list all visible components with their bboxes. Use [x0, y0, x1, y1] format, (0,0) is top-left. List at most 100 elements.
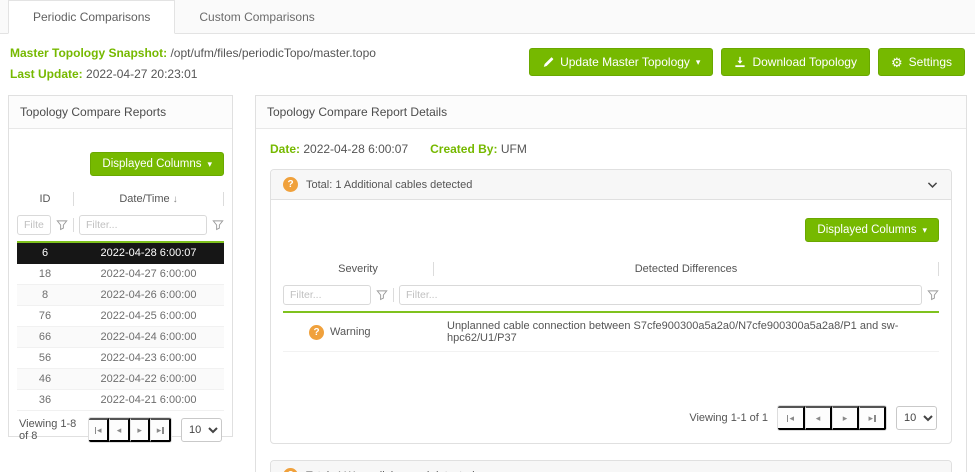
report-id-cell: 18	[17, 268, 73, 280]
reports-pager-nav: ◂ ◂ ▸ ▸	[88, 417, 172, 443]
funnel-icon[interactable]	[56, 219, 68, 231]
pencil-icon	[542, 56, 554, 68]
report-row[interactable]: 36 2022-04-21 6:00:00	[17, 390, 224, 411]
report-datetime-cell: 2022-04-27 6:00:00	[73, 268, 224, 280]
funnel-icon[interactable]	[212, 219, 224, 231]
update-master-topology-button[interactable]: Update Master Topology ▾	[529, 48, 713, 76]
topology-actions: Update Master Topology ▾ Download Topolo…	[529, 48, 965, 76]
differences-table-header: Severity Detected Differences	[283, 256, 939, 282]
topology-compare-report-details-panel: Topology Compare Report Details Date: 20…	[255, 95, 967, 472]
reports-page-size-select[interactable]: 10	[181, 418, 222, 442]
additional-cables-accordion: ? Total: 1 Additional cables detected Di…	[270, 169, 952, 444]
differences-filter-row	[283, 282, 939, 311]
tab-bar: Periodic Comparisons Custom Comparisons	[0, 0, 975, 34]
report-row[interactable]: 66 2022-04-24 6:00:00	[17, 327, 224, 348]
additional-cables-accordion-header[interactable]: ? Total: 1 Additional cables detected	[271, 170, 951, 200]
prev-page-button[interactable]: ◂	[805, 406, 832, 430]
wrong-link-speed-accordion-header[interactable]: ? Total: 4 Wrong link speed detected	[271, 461, 951, 472]
sort-descending-icon[interactable]: ↓	[173, 194, 178, 205]
master-snapshot-label: Master Topology Snapshot:	[10, 46, 167, 60]
reports-displayed-columns-button[interactable]: Displayed Columns ▾	[90, 152, 224, 176]
column-divider	[223, 192, 224, 206]
first-page-button[interactable]: ◂	[89, 418, 109, 442]
last-update-value: 2022-04-27 20:23:01	[86, 67, 197, 81]
last-page-button[interactable]: ▸	[859, 406, 886, 430]
details-panel-title: Topology Compare Report Details	[256, 96, 966, 129]
master-snapshot-value: /opt/ufm/files/periodicTopo/master.topo	[170, 46, 375, 60]
report-row[interactable]: 18 2022-04-27 6:00:00	[17, 264, 224, 285]
last-update-line: Last Update: 2022-04-27 20:23:01	[10, 64, 376, 85]
severity-cell: ? Warning	[283, 325, 433, 340]
details-displayed-columns-button[interactable]: Displayed Columns ▾	[805, 218, 939, 242]
first-page-button[interactable]: ◂	[778, 406, 805, 430]
column-header-id[interactable]: ID	[17, 193, 73, 205]
report-date-value: 2022-04-28 6:00:07	[303, 142, 408, 156]
funnel-icon[interactable]	[376, 289, 388, 301]
funnel-icon[interactable]	[927, 289, 939, 301]
last-update-label: Last Update:	[10, 67, 83, 81]
report-row[interactable]: 76 2022-04-25 6:00:00	[17, 306, 224, 327]
report-id-cell: 36	[17, 394, 73, 406]
tab-periodic-comparisons[interactable]: Periodic Comparisons	[8, 0, 175, 34]
column-divider	[393, 288, 394, 302]
reports-table-header: ID Date/Time↓	[17, 186, 224, 212]
created-by-value: UFM	[501, 142, 527, 156]
report-id-cell: 46	[17, 373, 73, 385]
download-topology-label: Download Topology	[752, 55, 857, 69]
report-row[interactable]: 56 2022-04-23 6:00:00	[17, 348, 224, 369]
prev-page-button[interactable]: ◂	[109, 418, 130, 442]
column-header-detected-differences[interactable]: Detected Differences	[434, 263, 938, 275]
warning-question-icon: ?	[309, 325, 324, 340]
differences-filter-input[interactable]	[399, 285, 922, 305]
report-row[interactable]: 6 2022-04-28 6:00:07	[17, 243, 224, 264]
report-id-cell: 76	[17, 310, 73, 322]
report-id-cell: 8	[17, 289, 73, 301]
report-date-label: Date:	[270, 142, 300, 156]
difference-cell: Unplanned cable connection between S7cfe…	[433, 320, 939, 344]
reports-panel-body: Displayed Columns ▾ ID Date/Time↓	[9, 129, 232, 451]
download-topology-button[interactable]: Download Topology	[721, 48, 870, 76]
wrong-link-speed-accordion: ? Total: 4 Wrong link speed detected	[270, 460, 952, 472]
column-divider	[938, 262, 939, 276]
master-snapshot-line: Master Topology Snapshot: /opt/ufm/files…	[10, 43, 376, 64]
topology-compare-reports-panel: Topology Compare Reports Displayed Colum…	[8, 95, 233, 437]
next-page-button[interactable]: ▸	[130, 418, 151, 442]
reports-pagination: Viewing 1-8 of 8 ◂ ◂ ▸ ▸ 10	[17, 411, 224, 443]
differences-table-body: ? Warning Unplanned cable connection bet…	[283, 311, 939, 352]
differences-page-size-select[interactable]: 10	[896, 406, 937, 430]
reports-displayed-columns-label: Displayed Columns	[102, 158, 201, 170]
report-datetime-cell: 2022-04-23 6:00:00	[73, 352, 224, 364]
report-row[interactable]: 8 2022-04-26 6:00:00	[17, 285, 224, 306]
details-displayed-columns-label: Displayed Columns	[817, 224, 916, 236]
differences-viewing-text: Viewing 1-1 of 1	[689, 412, 768, 424]
created-by-label: Created By:	[430, 142, 497, 156]
last-page-button[interactable]: ▸	[150, 418, 171, 442]
report-datetime-cell: 2022-04-26 6:00:00	[73, 289, 224, 301]
column-header-datetime[interactable]: Date/Time↓	[74, 193, 223, 205]
datetime-filter-input[interactable]	[79, 215, 207, 235]
report-created-by: Created By: UFM	[430, 142, 527, 156]
reports-panel-title: Topology Compare Reports	[9, 96, 232, 129]
top-bar: Master Topology Snapshot: /opt/ufm/files…	[0, 34, 975, 95]
column-header-severity[interactable]: Severity	[283, 263, 433, 275]
reports-filter-row	[17, 212, 224, 241]
settings-button[interactable]: ⚙ Settings	[878, 48, 965, 76]
tab-custom-comparisons[interactable]: Custom Comparisons	[175, 0, 338, 33]
caret-down-icon: ▾	[922, 226, 927, 235]
caret-down-icon: ▾	[696, 58, 701, 67]
report-id-cell: 56	[17, 352, 73, 364]
difference-row[interactable]: ? Warning Unplanned cable connection bet…	[283, 313, 939, 352]
chevron-down-icon[interactable]	[926, 178, 939, 191]
update-master-topology-label: Update Master Topology	[560, 55, 690, 69]
differences-pagination: Viewing 1-1 of 1 ◂ ◂ ▸ ▸ 10	[283, 399, 939, 431]
severity-filter-input[interactable]	[283, 285, 371, 305]
column-divider	[73, 218, 74, 232]
severity-label: Warning	[330, 326, 371, 338]
report-datetime-cell: 2022-04-25 6:00:00	[73, 310, 224, 322]
report-row[interactable]: 46 2022-04-22 6:00:00	[17, 369, 224, 390]
reports-viewing-text: Viewing 1-8 of 8	[19, 418, 79, 442]
next-page-button[interactable]: ▸	[832, 406, 859, 430]
id-filter-input[interactable]	[17, 215, 51, 235]
warning-question-icon: ?	[283, 468, 298, 472]
differences-pager-nav: ◂ ◂ ▸ ▸	[777, 405, 887, 431]
